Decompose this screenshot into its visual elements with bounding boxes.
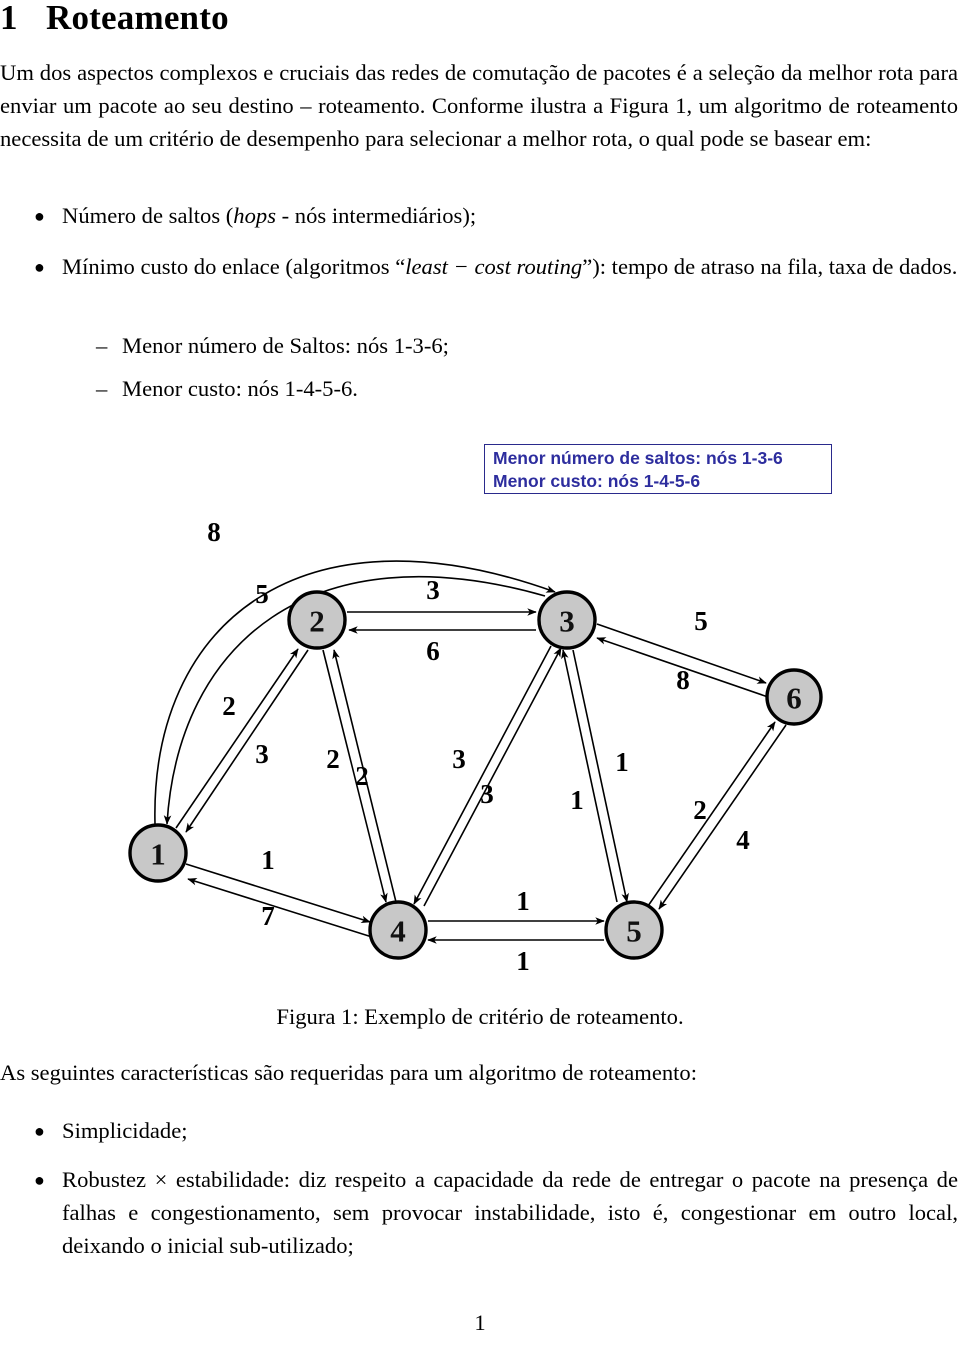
requirements-intro: As seguintes características são requeri… <box>0 1060 698 1085</box>
custo-suffix: ”): tempo de atraso na fila, taxa de dad… <box>582 254 958 279</box>
edge-3-4 <box>413 645 552 905</box>
edge-weight-3-5: 1 <box>570 785 584 815</box>
graph-node-6-label: 6 <box>786 681 802 716</box>
simplicidade-text: Simplicidade; <box>62 1118 188 1143</box>
dash-mark-icon: – <box>96 333 108 358</box>
page-title: 1 Roteamento <box>0 0 940 37</box>
menor-custo-text: Menor custo: nós 1-4-5-6. <box>122 376 358 401</box>
document-page: 1 Roteamento Um dos aspectos complexos e … <box>0 0 960 1356</box>
section-number: 1 <box>0 0 18 37</box>
hops-italic: hops <box>233 203 276 228</box>
figure-caption: Figura 1: Exemplo de critério de roteame… <box>276 1004 684 1029</box>
callout-line-custo: Menor custo: nós 1-4-5-6 <box>493 471 701 491</box>
edge-weight-3-6: 5 <box>694 606 708 636</box>
list-item-menor-saltos: – Menor número de Saltos: nós 1-3-6; <box>96 329 449 362</box>
edge-weight-5-4: 1 <box>516 946 530 976</box>
graph-node-2-label: 2 <box>309 604 325 639</box>
edge-1-2 <box>175 648 299 829</box>
edge-weight-3-2: 6 <box>426 636 440 666</box>
edge-weight-2-3: 3 <box>426 575 440 605</box>
edge-6-5 <box>658 724 787 910</box>
edge-weight-6-3: 8 <box>676 665 690 695</box>
list-item-menor-custo: – Menor custo: nós 1-4-5-6. <box>96 372 358 405</box>
edge-weight-5-6: 2 <box>693 795 707 825</box>
edge-5-6 <box>647 721 776 907</box>
bullet-dot-icon: ● <box>34 1170 45 1190</box>
dash-mark-icon: – <box>96 376 108 401</box>
robustez-text: Robustez × estabilidade: diz respeito a … <box>62 1167 958 1259</box>
callout-line-saltos: Menor número de saltos: nós 1-3-6 <box>493 448 783 468</box>
edge-4-1 <box>187 877 373 938</box>
figure-callout-box: Menor número de saltos: nós 1-3-6 Menor … <box>484 444 832 494</box>
edge-weight-2-4: 2 <box>326 744 340 774</box>
graph-nodes: 1 2 3 4 5 6 <box>128 590 823 960</box>
page-number: 1 <box>474 1310 486 1335</box>
edge-weight-3-1: 5 <box>255 579 269 609</box>
custo-italic: least − cost routing <box>405 254 583 279</box>
edge-weight-6-5: 4 <box>736 825 750 855</box>
edge-4-3 <box>423 647 562 907</box>
list-item-simplicidade: ● Simplicidade; <box>34 1114 942 1147</box>
list-item-custo: ● Mínimo custo do enlace (algoritmos “lea… <box>34 250 958 283</box>
figure-routing-graph: 1 2 3 4 5 6 8 5 3 6 2 3 2 2 3 3 1 7 1 1 … <box>0 424 960 999</box>
edge-5-3 <box>561 649 618 903</box>
list-item-hops: ● Número de saltos (hops - nós intermediá… <box>34 199 942 232</box>
graph-node-1-label: 1 <box>150 837 166 872</box>
edge-weight-4-5: 1 <box>516 886 530 916</box>
graph-node-5-label: 5 <box>626 914 642 949</box>
edge-weight-4-3: 3 <box>480 779 494 809</box>
section-title: Roteamento <box>46 0 229 37</box>
graph-edges <box>154 560 787 944</box>
graph-svg: 1 2 3 4 5 6 8 5 3 6 2 3 2 2 3 3 1 7 1 1 … <box>128 517 823 976</box>
hops-prefix: Número de saltos ( <box>62 203 234 228</box>
custo-prefix: Mínimo custo do enlace (algoritmos “ <box>62 254 406 279</box>
menor-saltos-text: Menor número de Saltos: nós 1-3-6; <box>122 333 449 358</box>
intro-paragraph: Um dos aspectos complexos e cruciais das… <box>0 60 958 152</box>
graph-node-3-label: 3 <box>559 604 575 639</box>
edge-weight-4-1: 7 <box>261 901 275 931</box>
edge-2-1 <box>185 649 309 833</box>
list-item-robustez: ● Robustez × estabilidade: diz respeito a… <box>34 1163 958 1263</box>
bullet-dot-icon: ● <box>34 206 45 226</box>
graph-edge-weights: 8 5 3 6 2 3 2 2 3 3 1 7 1 1 1 1 5 8 2 4 <box>207 517 750 976</box>
graph-node-4-label: 4 <box>390 914 406 949</box>
edge-1-4 <box>185 863 371 924</box>
hops-suffix: - nós intermediários); <box>275 203 477 228</box>
edge-weight-1-2: 2 <box>222 691 236 721</box>
bullet-dot-icon: ● <box>34 257 45 277</box>
bullet-dot-icon: ● <box>34 1121 45 1141</box>
edge-weight-1-4: 1 <box>261 845 275 875</box>
edge-weight-1-3: 8 <box>207 517 221 547</box>
edge-weight-2-1: 3 <box>255 739 269 769</box>
edge-weight-3-4: 3 <box>452 744 466 774</box>
edge-weight-5-3: 1 <box>615 747 629 777</box>
edge-weight-4-2: 2 <box>355 761 369 791</box>
